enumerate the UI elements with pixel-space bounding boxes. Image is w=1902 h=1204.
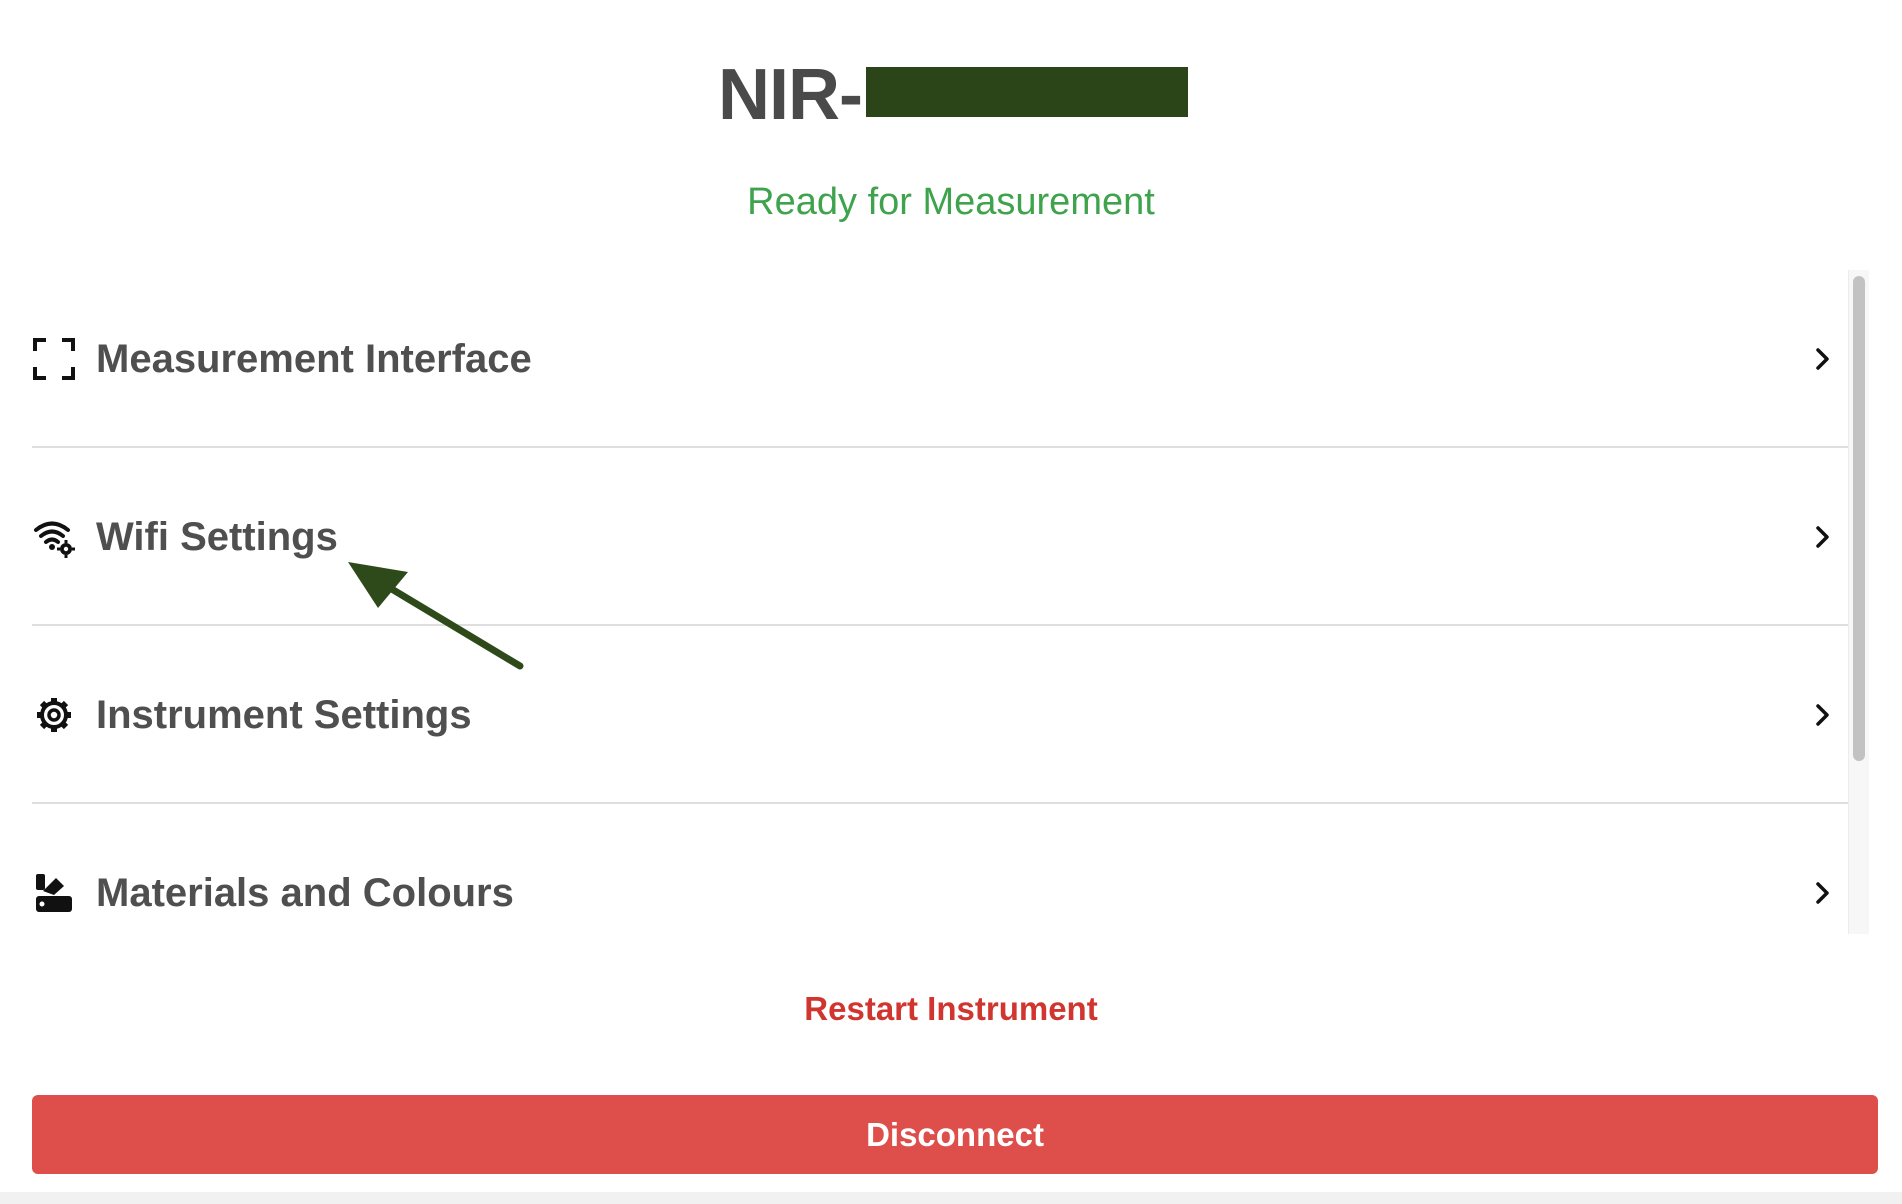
title-row: NIR- — [0, 50, 1902, 140]
menu-scrollbar[interactable] — [1848, 270, 1869, 934]
device-title: NIR- — [718, 59, 1188, 131]
restart-instrument-button[interactable]: Restart Instrument — [0, 990, 1902, 1028]
menu-item-instrument-settings[interactable]: Instrument Settings — [32, 626, 1848, 804]
page: NIR- Ready for Measurement Measurement I… — [0, 0, 1902, 1204]
chevron-right-icon — [1808, 700, 1838, 730]
menu-item-label: Wifi Settings — [96, 514, 338, 559]
scan-frame-icon — [32, 337, 76, 381]
chevron-right-icon — [1808, 522, 1838, 552]
settings-menu: Measurement Interface Wifi Settings Inst… — [32, 270, 1848, 934]
chevron-right-icon — [1808, 344, 1838, 374]
menu-item-measurement-interface[interactable]: Measurement Interface — [32, 270, 1848, 448]
palette-icon — [32, 871, 76, 915]
menu-item-label: Instrument Settings — [96, 692, 472, 737]
menu-item-materials-and-colours[interactable]: Materials and Colours — [32, 804, 1848, 934]
menu-item-wifi-settings[interactable]: Wifi Settings — [32, 448, 1848, 626]
menu-item-label: Measurement Interface — [96, 336, 532, 381]
scrollbar-thumb[interactable] — [1853, 276, 1865, 761]
device-title-prefix: NIR- — [718, 55, 863, 135]
disconnect-button[interactable]: Disconnect — [32, 1095, 1878, 1174]
wifi-settings-icon — [32, 515, 76, 559]
gear-icon — [32, 693, 76, 737]
status-text: Ready for Measurement — [747, 181, 1155, 223]
redaction-block — [866, 67, 1188, 117]
bottom-edge — [0, 1192, 1902, 1204]
chevron-right-icon — [1808, 878, 1838, 908]
menu-item-label: Materials and Colours — [96, 870, 514, 915]
